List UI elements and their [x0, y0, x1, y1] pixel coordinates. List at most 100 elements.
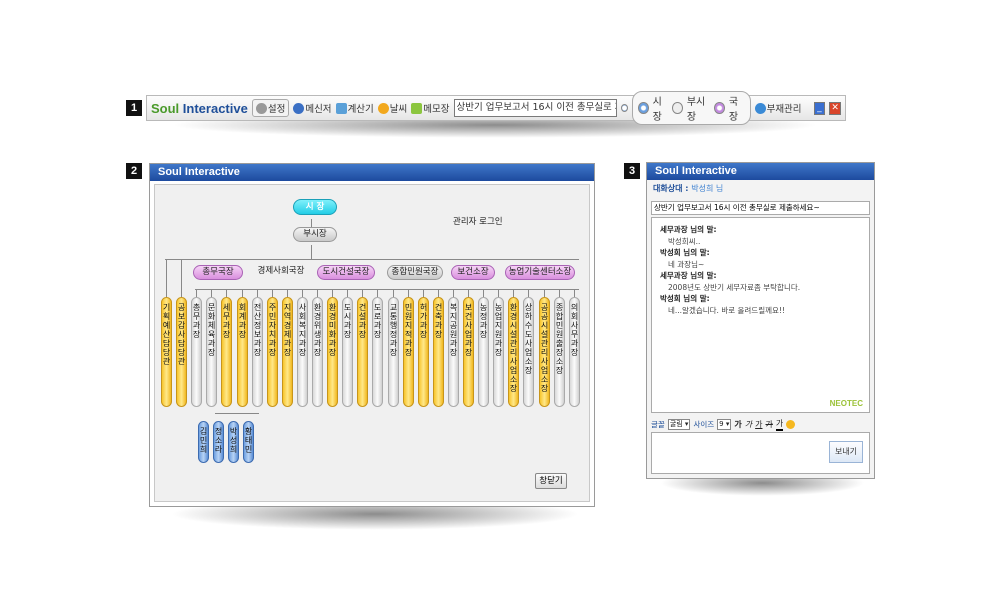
connector — [211, 289, 212, 297]
department-column[interactable]: 회계과장 — [237, 297, 248, 407]
department-column[interactable]: 복지공원과장 — [448, 297, 459, 407]
connector — [226, 289, 227, 297]
department-column[interactable]: 환경미화과장 — [327, 297, 338, 407]
department-column[interactable]: 교통행정과장 — [388, 297, 399, 407]
node-bureau[interactable]: 도시건설국장 — [317, 265, 375, 280]
connector — [498, 289, 499, 297]
department-column[interactable]: 도로과장 — [372, 297, 383, 407]
connector — [483, 289, 484, 297]
calculator-icon — [335, 102, 347, 114]
close-button[interactable]: ✕ — [829, 101, 841, 115]
department-column[interactable]: 도시과장 — [342, 297, 353, 407]
connector — [513, 289, 514, 297]
chat-message-input[interactable]: 보내기 — [651, 432, 870, 474]
department-column[interactable]: 문화체육과장 — [206, 297, 217, 407]
connector — [377, 289, 378, 297]
underline-button[interactable]: 가 — [755, 419, 762, 430]
font-select[interactable]: 굴림 ▾ — [667, 418, 691, 430]
absence-button[interactable]: 부재관리 — [754, 101, 802, 115]
department-column[interactable]: 사회복지과장 — [297, 297, 308, 407]
panel-2-badge: 2 — [126, 163, 142, 179]
connector — [181, 259, 182, 297]
connector — [362, 289, 363, 297]
department-column[interactable]: 농업지원과장 — [493, 297, 504, 407]
calculator-button[interactable]: 계산기 — [335, 101, 374, 115]
absence-icon — [754, 102, 766, 114]
chat-message: 세무과장 님의 말: 박성희씨.. — [660, 225, 717, 246]
admin-login-link[interactable]: 관리자 로그인 — [453, 215, 503, 227]
department-column[interactable]: 보건사업과장 — [463, 297, 474, 407]
memo-icon — [411, 102, 423, 114]
department-column[interactable]: 종합민원출장소장 — [554, 297, 565, 407]
users-icon — [293, 102, 305, 114]
chat-status-message: 상반기 업무보고서 16시 이전 총무실로 제출하세요~ — [651, 201, 870, 215]
department-column[interactable]: 총무과장 — [191, 297, 202, 407]
staff-column[interactable]: 정소라 — [213, 421, 224, 463]
department-column[interactable]: 기획예산담당관 — [161, 297, 172, 407]
node-vice-mayor[interactable]: 부시장 — [293, 227, 337, 242]
minimize-button[interactable]: _ — [813, 101, 826, 115]
department-column[interactable]: 환경시설관리사업소장 — [508, 297, 519, 407]
department-column[interactable]: 전산정보과장 — [252, 297, 263, 407]
connector — [287, 289, 288, 297]
radio-vice-mayor[interactable] — [672, 102, 683, 114]
department-column[interactable]: 공보감사담당관 — [176, 297, 187, 407]
italic-button[interactable]: 가 — [745, 419, 752, 430]
connector — [468, 289, 469, 297]
department-column[interactable]: 건축과장 — [433, 297, 444, 407]
weather-button[interactable]: 날씨 — [377, 101, 407, 115]
department-column[interactable]: 공공시설관리사업소장 — [539, 297, 550, 407]
department-column[interactable]: 세무과장 — [221, 297, 232, 407]
node-bureau[interactable]: 종합민원국장 — [387, 265, 443, 280]
org-chart-canvas: 관리자 로그인 시 장 부시장 총무국장 경제사회국장 도시건설국장 종합민원국… — [154, 184, 590, 502]
department-column[interactable]: 환경위생과장 — [312, 297, 323, 407]
connector — [215, 413, 259, 414]
chat-message: 박성희 님의 말: 네 과장님~ — [660, 248, 710, 269]
connector — [257, 289, 258, 297]
panel-3-badge: 3 — [624, 163, 640, 179]
messenger-button[interactable]: 메신저 — [293, 101, 332, 115]
font-color-button[interactable]: 가 — [775, 418, 784, 431]
format-toolbar: 글꼴 굴림 ▾ 사이즈 9 ▾ 가 가 가 가 가 — [651, 416, 870, 432]
recipient-radio-group: 시장 부시장 국장 — [632, 91, 751, 125]
chat-message: 세무과장 님의 말: 2008년도 상반기 세무자료좀 부탁합니다. — [660, 271, 801, 292]
department-column[interactable]: 건설과장 — [357, 297, 368, 407]
connector — [423, 289, 424, 297]
radio-director[interactable] — [714, 102, 725, 114]
org-chart-window: Soul Interactive 관리자 로그인 시 장 부시장 총무국장 경제… — [149, 163, 595, 507]
department-column[interactable]: 허가과장 — [418, 297, 429, 407]
connector — [559, 289, 560, 297]
department-column[interactable]: 농정과장 — [478, 297, 489, 407]
node-mayor[interactable]: 시 장 — [293, 199, 337, 215]
messenger-toolbar: Soul Interactive 설정 메신저 계산기 날씨 메모장 상반기 업… — [146, 91, 846, 125]
node-bureau[interactable]: 보건소장 — [451, 265, 495, 280]
bold-button[interactable]: 가 — [734, 419, 741, 430]
connector — [242, 289, 243, 297]
notice-input[interactable]: 상반기 업무보고서 16시 이전 총무실로 제출하 — [453, 99, 617, 117]
settings-button[interactable]: 설정 — [251, 99, 290, 117]
radio-mayor[interactable] — [638, 102, 649, 114]
chat-window: Soul Interactive 대화상대 : 박성희 님 상반기 업무보고서 … — [646, 162, 875, 479]
emoticon-icon[interactable] — [786, 419, 796, 429]
strike-button[interactable]: 가 — [766, 419, 773, 430]
connector — [544, 289, 545, 297]
connector — [408, 289, 409, 297]
node-bureau[interactable]: 총무국장 — [193, 265, 243, 280]
department-column[interactable]: 민원지적과장 — [403, 297, 414, 407]
staff-column[interactable]: 황태민 — [243, 421, 254, 463]
close-window-button[interactable]: 창닫기 — [535, 473, 567, 489]
department-column[interactable]: 상하수도사업소장 — [523, 297, 534, 407]
size-select[interactable]: 9 ▾ — [717, 418, 732, 430]
memo-button[interactable]: 메모장 — [411, 101, 450, 115]
connector — [166, 259, 167, 297]
department-column[interactable]: 지역경제과장 — [282, 297, 293, 407]
connector — [438, 289, 439, 297]
sun-icon — [377, 102, 389, 114]
staff-column[interactable]: 김민희 — [198, 421, 209, 463]
department-column[interactable]: 의회사무과장 — [569, 297, 580, 407]
node-bureau[interactable]: 경제사회국장 — [253, 265, 309, 280]
send-button[interactable]: 보내기 — [829, 441, 863, 463]
staff-column[interactable]: 박성희 — [228, 421, 239, 463]
department-column[interactable]: 주민자치과장 — [267, 297, 278, 407]
node-bureau[interactable]: 농업기술센터소장 — [505, 265, 575, 280]
